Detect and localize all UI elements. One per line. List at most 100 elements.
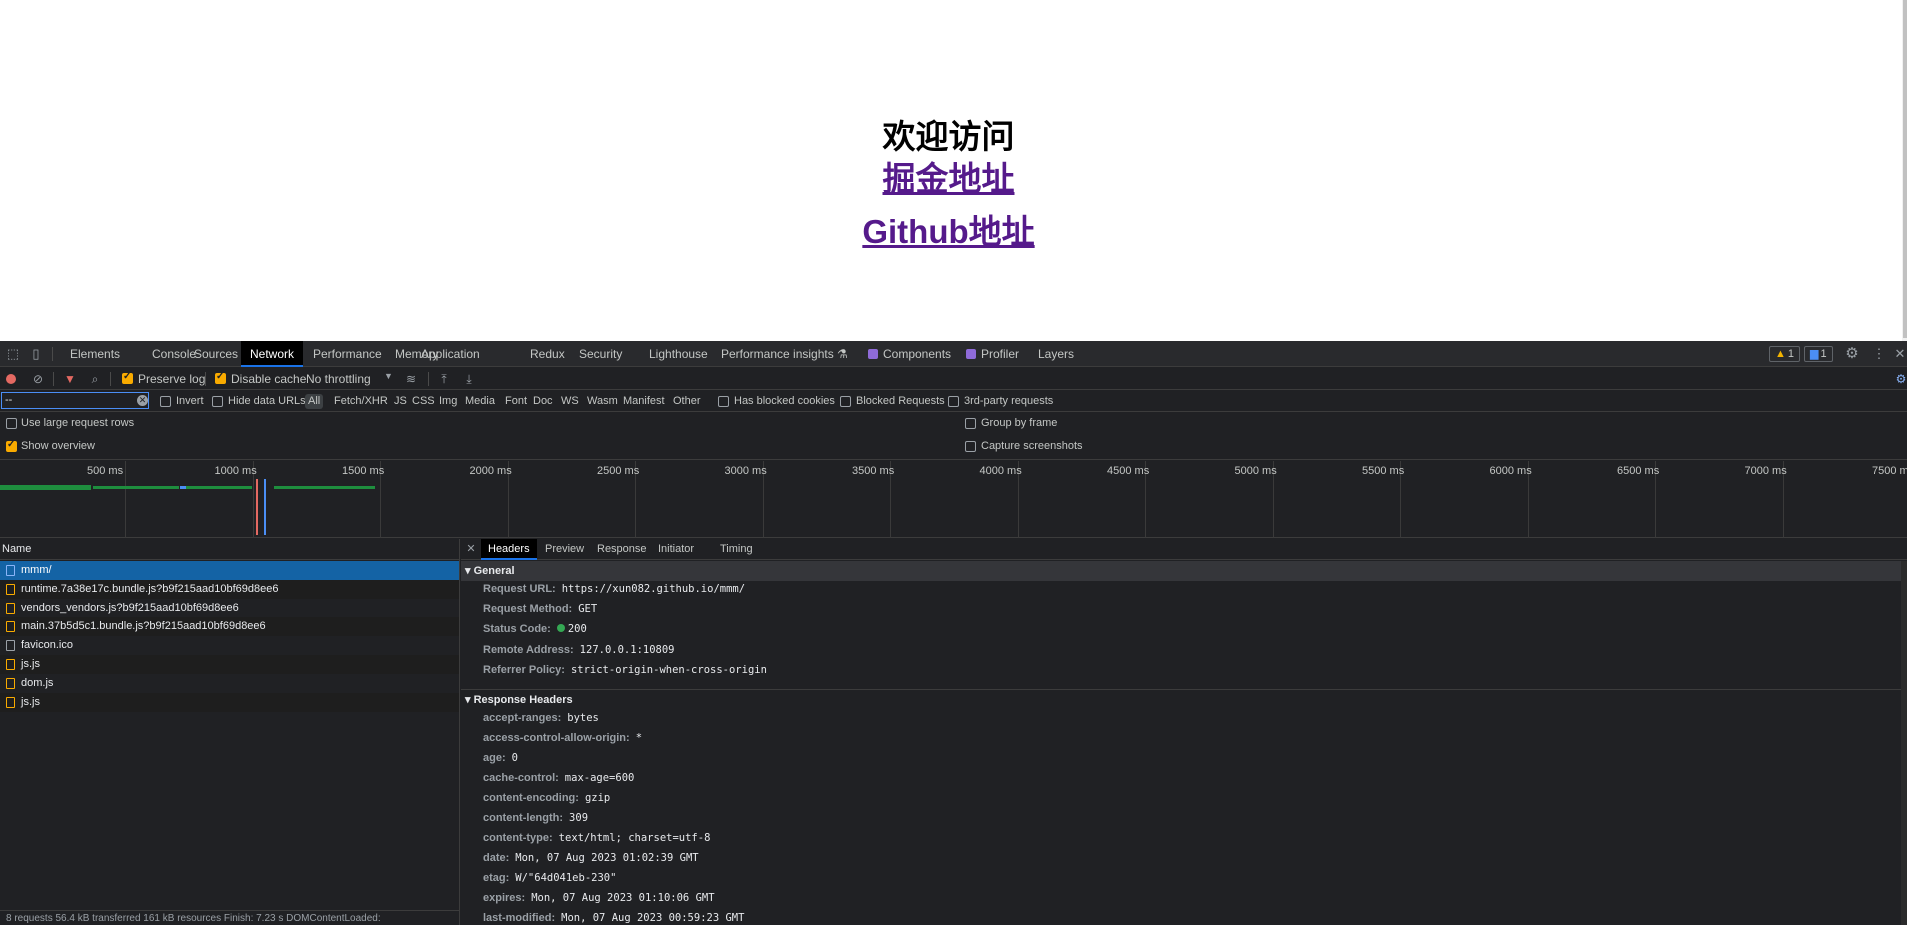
tab-application[interactable]: Application [412, 341, 489, 367]
tab-profiler[interactable]: Profiler [957, 341, 1028, 367]
disable-cache-checkbox[interactable] [215, 371, 226, 384]
filter-type-wasm[interactable]: Wasm [584, 391, 621, 411]
invert-checkbox[interactable] [160, 396, 171, 407]
settings-gear-icon[interactable]: ⚙ [1845, 346, 1859, 361]
header-row: access-control-allow-origin: * [483, 732, 642, 744]
import-har-icon[interactable]: ⤒ [436, 371, 452, 387]
filter-type-all[interactable]: All [305, 394, 324, 409]
header-value-text: strict-origin-when-cross-origin [570, 663, 767, 676]
filter-type-doc[interactable]: Doc [530, 391, 556, 411]
request-name: mmm/ [21, 564, 52, 576]
network-overview[interactable]: 500 ms 1000 ms 1500 ms 2000 ms 2500 ms 3000 m… [0, 461, 1907, 538]
show-overview-checkbox[interactable] [6, 439, 17, 452]
overview-bar [180, 486, 252, 489]
request-row[interactable]: main.37b5d5c1.bundle.js?b9f215aad10bf69d… [0, 617, 459, 637]
clear-icon[interactable]: ⊘ [30, 371, 46, 387]
filter-type-img[interactable]: Img [436, 391, 460, 411]
juejin-link[interactable]: 掘金地址 [0, 152, 1897, 200]
large-rows-checkbox[interactable] [6, 418, 17, 429]
script-icon [6, 602, 15, 614]
page-scrollbar[interactable] [1902, 0, 1907, 341]
detail-tab-initiator[interactable]: Initiator [651, 539, 701, 560]
detail-tab-timing[interactable]: Timing [713, 539, 760, 560]
blocked-requests-checkbox[interactable] [840, 396, 851, 407]
tab-performance-insights[interactable]: Performance insights ⚗ [712, 341, 857, 367]
export-har-icon[interactable]: ⤓ [461, 371, 477, 387]
network-settings: Use large request rows Show overview Gro… [0, 413, 1907, 460]
throttling-select[interactable]: No throttling [306, 372, 371, 386]
request-row[interactable]: js.js [0, 655, 459, 674]
filter-type-media[interactable]: Media [462, 391, 498, 411]
overview-tick-label: 500 ms [87, 465, 124, 477]
warnings-badge[interactable]: ▲ 1 [1769, 346, 1801, 362]
header-row: Status Code: 200 [483, 623, 587, 635]
inspect-icon[interactable]: ⬚ [6, 347, 20, 361]
summary-text: 8 requests 56.4 kB transferred 161 kB re… [6, 913, 381, 924]
close-devtools-icon[interactable]: ✕ [1893, 347, 1907, 361]
header-value: max-age=600 [565, 772, 635, 784]
github-link[interactable]: Github地址 [0, 205, 1897, 253]
group-by-frame-checkbox[interactable] [965, 418, 976, 429]
throttling-dropdown-icon[interactable]: ▼ [384, 371, 393, 381]
header-value-text: Mon, 07 Aug 2023 01:10:06 GMT [531, 892, 715, 904]
page-scrollbar-thumb[interactable] [1903, 0, 1907, 338]
filter-type-ws[interactable]: WS [558, 391, 582, 411]
request-row[interactable]: mmm/ [0, 561, 459, 580]
clear-filter-icon[interactable]: ✕ [137, 395, 148, 406]
name-column-header[interactable]: Name [0, 539, 460, 560]
tab-performance[interactable]: Performance [304, 341, 391, 367]
tab-components[interactable]: Components [859, 341, 960, 367]
tab-lighthouse[interactable]: Lighthouse [640, 341, 717, 367]
request-row[interactable]: vendors_vendors.js?b9f215aad10bf69d8ee6 [0, 599, 459, 618]
request-row[interactable]: js.js [0, 692, 459, 712]
header-row: age: 0 [483, 752, 518, 764]
hide-data-urls-checkbox[interactable] [212, 396, 223, 407]
network-conditions-icon[interactable]: ≋ [403, 371, 419, 387]
filter-type-manifest[interactable]: Manifest [620, 391, 668, 411]
request-row[interactable]: runtime.7a38e17c.bundle.js?b9f215aad10bf… [0, 579, 459, 599]
detail-tab-headers[interactable]: Headers [481, 539, 537, 560]
capture-screenshots-checkbox[interactable] [965, 441, 976, 452]
network-settings-icon[interactable]: ⚙ [1893, 371, 1907, 387]
search-icon[interactable]: ⌕ [87, 371, 103, 387]
page-heading: 欢迎访问 [882, 117, 1015, 156]
devtools-tabbar: ⬚ ▯ Elements Console Sources Network Perform… [0, 341, 1907, 367]
blocked-requests-label: Blocked Requests [856, 395, 945, 407]
tab-elements[interactable]: Elements [61, 341, 129, 367]
messages-badge[interactable]: ▆ 1 [1804, 346, 1833, 362]
filter-type-css[interactable]: CSS [409, 391, 438, 411]
tab-redux[interactable]: Redux [521, 341, 574, 367]
detail-scrollbar[interactable] [1901, 561, 1907, 925]
detail-tab-response[interactable]: Response [590, 539, 654, 560]
tab-layers[interactable]: Layers [1029, 341, 1083, 367]
general-section-header[interactable]: ▾ General [461, 561, 1907, 581]
tab-network[interactable]: Network [241, 341, 304, 367]
third-party-checkbox[interactable] [948, 396, 959, 407]
divider [53, 372, 54, 386]
more-menu-icon[interactable]: ⋮ [1872, 347, 1886, 361]
filter-type-js[interactable]: JS [391, 391, 410, 411]
response-headers-section-header[interactable]: ▾ Response Headers [461, 689, 1907, 709]
header-value-text: * [635, 732, 643, 744]
overview-tick-label: 6500 ms [1617, 465, 1660, 477]
close-detail-icon[interactable]: ✕ [463, 541, 479, 557]
filter-type-font[interactable]: Font [502, 391, 530, 411]
request-row[interactable]: dom.js [0, 674, 459, 693]
tab-security[interactable]: Security [570, 341, 631, 367]
request-row[interactable]: favicon.ico [0, 636, 459, 655]
has-blocked-cookies-checkbox[interactable] [718, 396, 729, 407]
filter-input[interactable]: -- [1, 392, 149, 409]
header-value: W/"64d041eb-230" [515, 872, 616, 884]
device-toolbar-icon[interactable]: ▯ [29, 347, 43, 361]
header-value-text: W/"64d041eb-230" [515, 872, 617, 884]
tab-sources[interactable]: Sources [185, 341, 247, 367]
detail-tab-preview[interactable]: Preview [538, 539, 591, 560]
filter-icon[interactable]: ▼ [62, 371, 78, 387]
capture-screenshots-label: Capture screenshots [981, 440, 1083, 452]
header-value: 127.0.0.1:10809 [580, 644, 675, 656]
filter-type-fetch-xhr[interactable]: Fetch/XHR [331, 391, 391, 411]
filter-type-other[interactable]: Other [670, 391, 704, 411]
script-icon [6, 583, 15, 595]
record-icon[interactable] [6, 374, 16, 384]
preserve-log-checkbox[interactable] [122, 371, 133, 384]
